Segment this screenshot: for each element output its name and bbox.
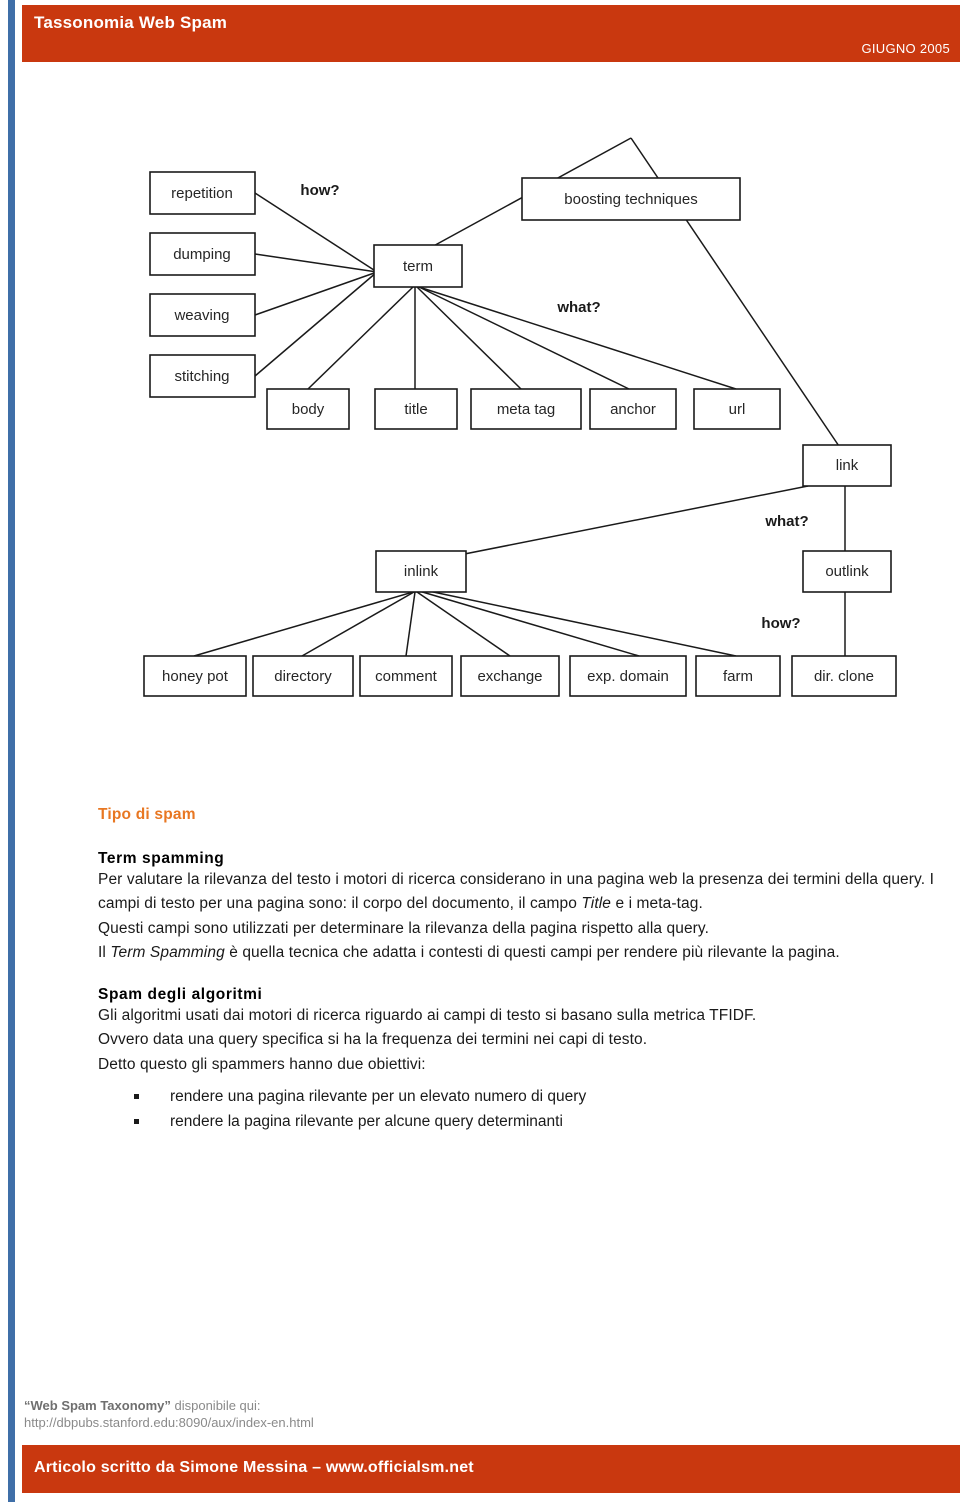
edge-inlink-honeypot (193, 591, 414, 657)
list-item-label: rendere la pagina rilevante per alcune q… (170, 1113, 563, 1131)
node-label: repetition (171, 185, 233, 202)
node-repetition: repetition (149, 171, 256, 215)
node-label: url (729, 401, 746, 418)
node-anchor: anchor (589, 388, 677, 430)
node-label: exp. domain (587, 668, 669, 685)
edge-term-metatag (416, 286, 522, 390)
paragraph-algoritmi-2: Ovvero data una query specifica si ha la… (98, 1031, 648, 1049)
footer-source-line: “Web Spam Taxonomy” disponibile qui: (24, 1398, 724, 1413)
node-directory: directory (252, 655, 354, 697)
subheading-term-spamming: Term spamming (98, 850, 225, 867)
node-term: term (373, 244, 463, 288)
paragraph-term-spamming-3: Il Term Spamming è quella tecnica che ad… (98, 941, 934, 965)
list-item: rendere la pagina rilevante per alcune q… (98, 1110, 934, 1135)
list-item-label: rendere una pagina rilevante per un elev… (170, 1088, 587, 1106)
node-url: url (693, 388, 781, 430)
node-label: directory (274, 668, 332, 685)
paragraph-algoritmi-3: Detto questo gli spammers hanno due obie… (98, 1055, 426, 1073)
emphasis-term-spamming: Term Spamming (110, 944, 225, 962)
node-inlink: inlink (375, 550, 467, 593)
node-exp-domain: exp. domain (569, 655, 687, 697)
node-label: dumping (173, 246, 231, 263)
node-title: title (374, 388, 458, 430)
edge-label-how-link: how? (761, 615, 800, 632)
page-footer: Articolo scritto da Simone Messina – www… (22, 1445, 960, 1493)
node-label: boosting techniques (564, 191, 697, 208)
text-run: è quella tecnica che adatta i contesti d… (224, 944, 840, 962)
node-stitching: stitching (149, 354, 256, 398)
node-weaving: weaving (149, 293, 256, 337)
edge-term-body (307, 286, 414, 390)
node-label: stitching (174, 368, 229, 385)
emphasis-title: Title (581, 895, 612, 913)
node-label: body (292, 401, 325, 418)
node-exchange: exchange (460, 655, 560, 697)
edge-link-inlink (423, 485, 809, 563)
paragraph-algoritmi-1: Gli algoritmi usati dai motori di ricerc… (98, 1006, 757, 1024)
node-outlink: outlink (802, 550, 892, 593)
bullet-square-icon (134, 1094, 139, 1100)
node-honey-pot: honey pot (143, 655, 247, 697)
node-meta-tag: meta tag (470, 388, 582, 430)
text-run: Per valutare la rilevanza del testo i mo… (98, 871, 934, 913)
node-comment: comment (359, 655, 453, 697)
node-label: title (404, 401, 427, 418)
node-link: link (802, 444, 892, 487)
node-dir-clone: dir. clone (791, 655, 897, 697)
edge-stitching-term (254, 271, 378, 377)
objectives-list: rendere una pagina rilevante per un elev… (98, 1085, 934, 1135)
node-label: honey pot (162, 668, 229, 685)
node-label: link (836, 457, 859, 474)
edge-label-how-term: how? (300, 182, 339, 199)
page-title: Tassonomia Web Spam (34, 13, 228, 32)
node-label: outlink (825, 563, 869, 580)
article-body: Tipo di spam Term spamming Per valutare … (98, 806, 934, 1135)
section-heading-tipo-di-spam: Tipo di spam (98, 806, 196, 823)
footer-source-url[interactable]: http://dbpubs.stanford.edu:8090/aux/inde… (24, 1415, 724, 1430)
footer-source-note: “Web Spam Taxonomy” disponibile qui: htt… (24, 1398, 724, 1430)
web-spam-taxonomy-diagram: boosting techniques repetition dumping w… (0, 80, 960, 710)
node-dumping: dumping (149, 232, 256, 276)
edge-label-what-term: what? (556, 299, 600, 316)
node-label: comment (375, 668, 438, 685)
subheading-spam-degli-algoritmi: Spam degli algoritmi (98, 985, 263, 1003)
edge-inlink-exchange (416, 591, 511, 657)
text-run: e i meta-tag. (611, 895, 703, 913)
node-body: body (266, 388, 350, 430)
node-farm: farm (695, 655, 781, 697)
edge-repetition-term (254, 192, 378, 273)
paragraph-term-spamming-2: Questi campi sono utilizzati per determi… (98, 919, 710, 937)
edge-weaving-term (254, 271, 378, 316)
node-label: inlink (404, 563, 439, 580)
text-run: Il (98, 944, 111, 962)
edge-dumping-term (254, 253, 378, 273)
bullet-square-icon (134, 1119, 139, 1125)
paragraph-term-spamming-1: Per valutare la rilevanza del testo i mo… (98, 868, 934, 917)
node-label: meta tag (497, 401, 555, 418)
node-boosting-techniques: boosting techniques (521, 177, 741, 221)
page-header: Tassonomia Web Spam GIUGNO 2005 (22, 5, 960, 62)
node-label: term (403, 258, 433, 275)
footer-credit: Articolo scritto da Simone Messina – www… (34, 1459, 474, 1476)
edge-inlink-expdomain (418, 590, 640, 657)
edge-label-what-link: what? (764, 513, 808, 530)
list-item: rendere una pagina rilevante per un elev… (98, 1085, 934, 1110)
footer-source-title: “Web Spam Taxonomy” (24, 1398, 171, 1413)
node-label: weaving (173, 307, 229, 324)
footer-source-suffix: disponibile qui: (170, 1398, 261, 1413)
node-label: exchange (477, 668, 542, 685)
edge-inlink-comment (405, 591, 416, 657)
node-label: anchor (610, 401, 656, 418)
edge-inlink-directory (301, 591, 415, 657)
header-date: GIUGNO 2005 (861, 41, 950, 56)
node-label: dir. clone (814, 668, 874, 685)
node-label: farm (723, 668, 753, 685)
edge-inlink-farm (418, 588, 737, 657)
